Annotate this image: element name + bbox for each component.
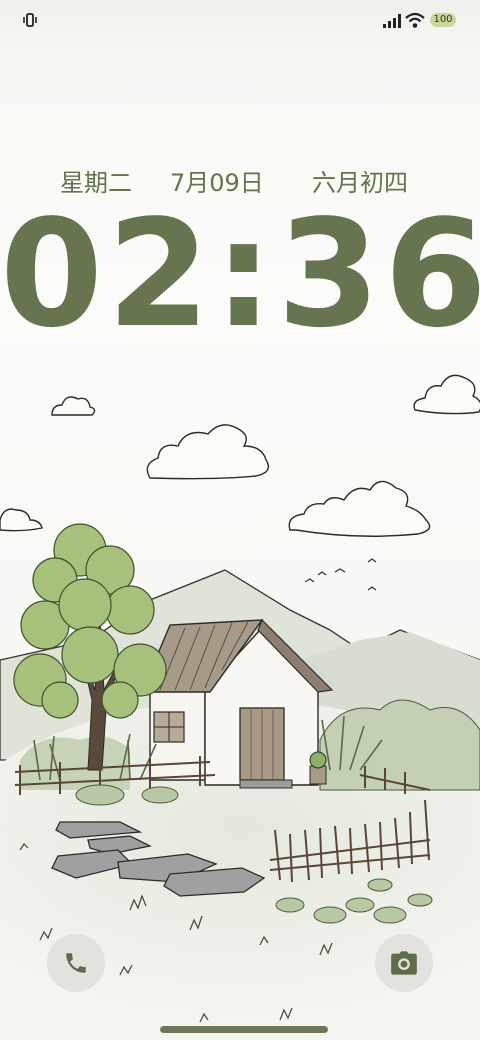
lock-screen: 100 星期二 7月09日 六月初四 02:36 [0, 0, 480, 1040]
camera-icon [391, 951, 417, 975]
vibrate-icon [23, 13, 37, 27]
camera-shortcut-button[interactable] [375, 934, 433, 992]
signal-icon [383, 14, 401, 28]
status-bar: 100 [0, 0, 480, 40]
cloud-icon [0, 374, 480, 537]
home-indicator-bar[interactable] [160, 1026, 328, 1033]
battery-indicator: 100 [430, 13, 456, 27]
phone-icon [66, 953, 86, 973]
phone-shortcut-button[interactable] [47, 934, 105, 992]
clock-time: 02:36 [0, 188, 480, 360]
wifi-icon [405, 12, 425, 28]
